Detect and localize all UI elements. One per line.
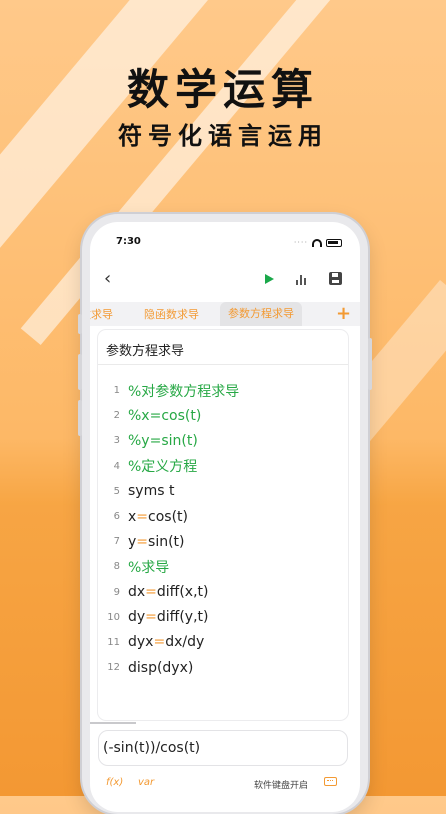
- code-text: dy: [128, 609, 146, 626]
- output-value: (-sin(t))/cos(t): [103, 740, 201, 756]
- keyboard-label[interactable]: 软件键盘开启: [254, 778, 308, 791]
- bar-chart-icon[interactable]: [296, 273, 308, 285]
- status-icons: ····: [294, 238, 342, 247]
- tab-parametric-derivative[interactable]: 参数方程求导: [220, 302, 302, 326]
- tab-derivative[interactable]: 数求导: [90, 306, 113, 322]
- code-operator: =: [145, 609, 157, 626]
- battery-icon: [326, 238, 342, 247]
- code-text: disp(dyx): [128, 659, 194, 676]
- var-button[interactable]: var: [138, 777, 154, 788]
- add-tab-button[interactable]: +: [336, 303, 351, 324]
- promo-subline: 符号化语言运用: [118, 122, 328, 150]
- code-text: dx/dy: [165, 634, 205, 651]
- code-line[interactable]: 3 %y=sin(t): [102, 428, 342, 453]
- code-text: sin(t): [148, 533, 185, 550]
- line-number: 8: [113, 561, 120, 573]
- line-number: 11: [107, 636, 120, 648]
- line-number: 6: [113, 511, 120, 523]
- code-comment: %y=sin(t): [128, 432, 198, 449]
- code-text: x: [128, 508, 137, 525]
- fx-button[interactable]: f(x): [106, 777, 123, 788]
- tab-implicit-derivative[interactable]: 隐函数求导: [144, 306, 199, 322]
- code-text: diff(x,t): [156, 584, 209, 601]
- code-line[interactable]: 8 %求导: [102, 554, 342, 579]
- wifi-icon: [312, 238, 322, 247]
- code-text: syms t: [128, 483, 175, 500]
- power-button: [368, 338, 372, 390]
- editor-divider: [98, 364, 348, 365]
- code-lines: 1 %对参数方程求导 2 %x=cos(t) 3 %y=sin(t) 4 %定义方程 5 syms…: [102, 378, 342, 680]
- keyboard-icon[interactable]: [324, 777, 337, 786]
- code-comment: %求导: [128, 559, 170, 576]
- code-operator: =: [136, 533, 149, 550]
- code-line[interactable]: 2 %x=cos(t): [102, 403, 342, 428]
- code-line[interactable]: 4 %定义方程: [102, 454, 342, 479]
- line-number: 7: [113, 536, 120, 548]
- code-line[interactable]: 10 dy = diff(y,t): [102, 605, 342, 630]
- code-line[interactable]: 7 y = sin(t): [102, 529, 342, 554]
- code-line[interactable]: 11 dyx = dx/dy: [102, 630, 342, 655]
- editor-scrollbar[interactable]: [90, 722, 136, 724]
- play-icon[interactable]: [265, 274, 274, 284]
- line-number: 12: [107, 662, 120, 674]
- code-operator: =: [136, 508, 149, 525]
- status-bar: 7:30 ····: [90, 236, 360, 252]
- code-comment: %定义方程: [128, 459, 198, 476]
- code-operator: =: [153, 634, 166, 651]
- code-comment: %x=cos(t): [128, 407, 202, 424]
- code-comment: %对参数方程求导: [128, 383, 240, 400]
- code-text: dx: [128, 584, 146, 601]
- editor-title: 参数方程求导: [106, 344, 185, 359]
- code-line[interactable]: 6 x = cos(t): [102, 504, 342, 529]
- chevron-left-icon[interactable]: ‹: [104, 268, 111, 289]
- line-number: 2: [113, 410, 120, 422]
- code-operator: =: [145, 584, 157, 601]
- code-line[interactable]: 5 syms t: [102, 479, 342, 504]
- line-number: 5: [113, 485, 120, 497]
- app-screen: 7:30 ···· ‹ 数求导 隐函数求导 参数方程求导 + 参数方程求导 1%…: [90, 222, 360, 812]
- bottom-bar: f(x) var 软件键盘开启: [90, 774, 360, 794]
- volume-down-button: [78, 400, 82, 436]
- line-number: 9: [113, 586, 120, 598]
- phone-frame: 7:30 ···· ‹ 数求导 隐函数求导 参数方程求导 + 参数方程求导 1%…: [78, 214, 372, 814]
- signal-icon: ····: [293, 238, 308, 247]
- code-line[interactable]: 9 dx = diff(x,t): [102, 580, 342, 605]
- line-number: 10: [107, 611, 120, 623]
- line-number: 1: [113, 385, 120, 397]
- volume-up-button: [78, 354, 82, 390]
- code-text: y: [128, 533, 137, 550]
- line-number: 4: [113, 460, 120, 472]
- status-time: 7:30: [116, 236, 141, 247]
- code-text: cos(t): [148, 508, 189, 525]
- tab-bar: 数求导 隐函数求导 参数方程求导 +: [90, 302, 360, 326]
- side-button: [78, 314, 82, 334]
- code-text: diff(y,t): [156, 609, 209, 626]
- output-field[interactable]: (-sin(t))/cos(t): [98, 730, 348, 766]
- save-icon[interactable]: [329, 272, 342, 285]
- code-text: dyx: [128, 634, 154, 651]
- code-line[interactable]: 1 %对参数方程求导: [102, 378, 342, 403]
- code-editor[interactable]: 参数方程求导 1 %对参数方程求导 2 %x=cos(t) 3 %y=sin(t) 4 %定义…: [98, 330, 348, 720]
- code-line[interactable]: 12 disp(dyx): [102, 655, 342, 680]
- promo-headline: 数学运算: [126, 65, 319, 114]
- line-number: 3: [113, 435, 120, 447]
- toolbar: ‹: [90, 266, 360, 292]
